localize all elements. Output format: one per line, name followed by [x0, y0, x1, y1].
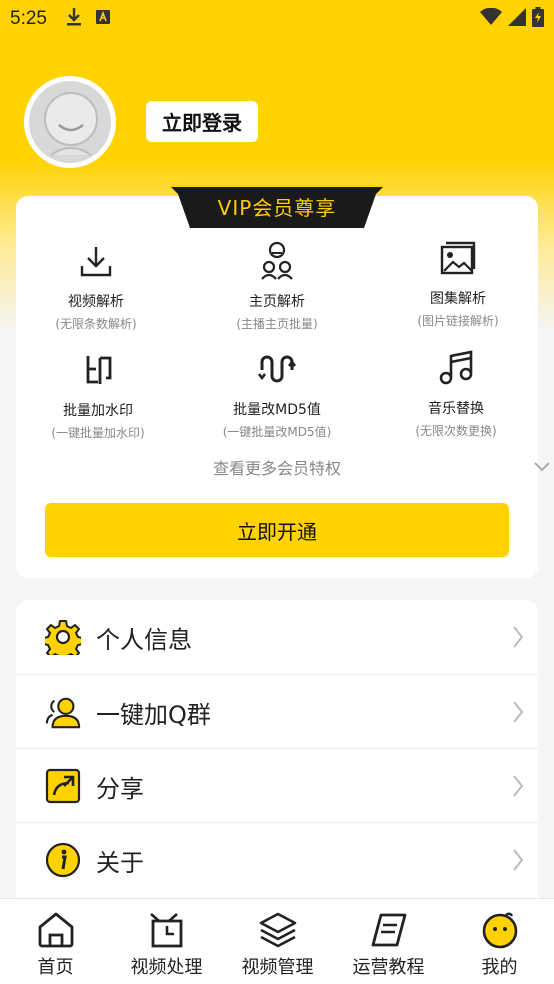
nav-item-mine[interactable]: 我的	[444, 909, 554, 979]
font-a-icon	[95, 9, 111, 29]
nav-label: 视频处理	[130, 957, 203, 978]
signal-icon	[508, 8, 526, 30]
feature-video-parse[interactable]: 视频解析 (无限条数解析)	[11, 241, 181, 332]
feature-desc: (一键批量加水印)	[51, 426, 145, 440]
menu-item-label: 个人信息	[96, 625, 192, 654]
vip-banner-title: VIP会员尊享	[217, 195, 337, 220]
nav-item-video-manage[interactable]: 视频管理	[222, 909, 333, 979]
menu-item-about[interactable]: 关于	[16, 823, 538, 897]
more-privileges-link[interactable]: 查看更多会员特权	[16, 455, 538, 479]
menu-item-join-qq-group[interactable]: 一键加Q群	[16, 675, 538, 749]
smiley-icon	[444, 909, 554, 951]
status-time: 5:25	[10, 8, 47, 29]
gear-icon	[45, 619, 81, 655]
feature-batch-watermark[interactable]: 批量加水印 (一键批量加水印)	[13, 350, 183, 441]
login-button[interactable]: 立即登录	[146, 101, 258, 142]
layers-icon	[222, 909, 333, 951]
avatar[interactable]	[24, 76, 116, 168]
feature-name: 批量加水印	[63, 403, 133, 419]
battery-charging-icon	[532, 7, 544, 31]
video-process-icon	[111, 909, 222, 951]
feature-desc: (无限次数更换)	[415, 424, 497, 438]
feature-desc: (无限条数解析)	[55, 317, 137, 331]
chevron-right-icon	[512, 774, 524, 802]
nav-label: 首页	[37, 957, 74, 978]
nav-item-tutorial[interactable]: 运营教程	[333, 909, 444, 979]
feature-name: 图集解析	[430, 291, 486, 307]
feature-homepage-parse[interactable]: 主页解析 (主播主页批量)	[192, 241, 362, 332]
nav-label: 运营教程	[352, 957, 425, 978]
chevron-right-icon	[512, 700, 524, 728]
menu-item-personal-info[interactable]: 个人信息	[16, 600, 538, 674]
feature-desc: (一键批量改MD5值)	[222, 425, 332, 439]
gallery-icon	[373, 238, 543, 278]
users-icon	[192, 241, 362, 281]
chevron-right-icon	[512, 848, 524, 876]
chevron-right-icon	[512, 625, 524, 653]
feature-name: 主页解析	[249, 294, 305, 310]
feature-music-replace[interactable]: 音乐替换 (无限次数更换)	[371, 348, 541, 439]
menu-item-label: 关于	[96, 848, 144, 877]
notebook-icon	[333, 909, 444, 951]
music-icon	[371, 348, 541, 388]
home-icon	[0, 909, 111, 951]
open-vip-button[interactable]: 立即开通	[45, 503, 509, 557]
feature-desc: (主播主页批量)	[236, 317, 318, 331]
feature-name: 批量改MD5值	[233, 402, 321, 418]
share-icon	[45, 768, 81, 804]
download-icon	[11, 241, 181, 281]
bottom-nav: 首页 视频处理 视频管理 运营教程 我的	[0, 898, 554, 984]
nav-label: 我的	[481, 957, 518, 978]
menu-item-label: 分享	[96, 774, 144, 803]
menu-item-label: 一键加Q群	[96, 700, 211, 729]
user-group-icon	[45, 694, 81, 730]
status-bar: 5:25	[0, 0, 554, 38]
wave-icon	[192, 349, 362, 389]
nav-label: 视频管理	[241, 957, 314, 978]
wifi-icon	[480, 7, 502, 30]
chevron-down-icon[interactable]	[533, 458, 551, 477]
info-icon	[45, 842, 81, 878]
default-avatar-icon	[29, 81, 111, 163]
download-icon	[65, 7, 83, 31]
feature-batch-md5[interactable]: 批量改MD5值 (一键批量改MD5值)	[192, 349, 362, 440]
nav-item-home[interactable]: 首页	[0, 909, 111, 979]
feature-name: 视频解析	[68, 294, 124, 310]
menu-item-share[interactable]: 分享	[16, 749, 538, 823]
stamp-icon	[13, 350, 183, 390]
feature-name: 音乐替换	[428, 401, 484, 417]
nav-item-video-process[interactable]: 视频处理	[111, 909, 222, 979]
feature-desc: (图片链接解析)	[417, 314, 499, 328]
feature-gallery-parse[interactable]: 图集解析 (图片链接解析)	[373, 238, 543, 329]
menu-list: 个人信息 一键加Q群 分享 关于	[16, 600, 538, 898]
